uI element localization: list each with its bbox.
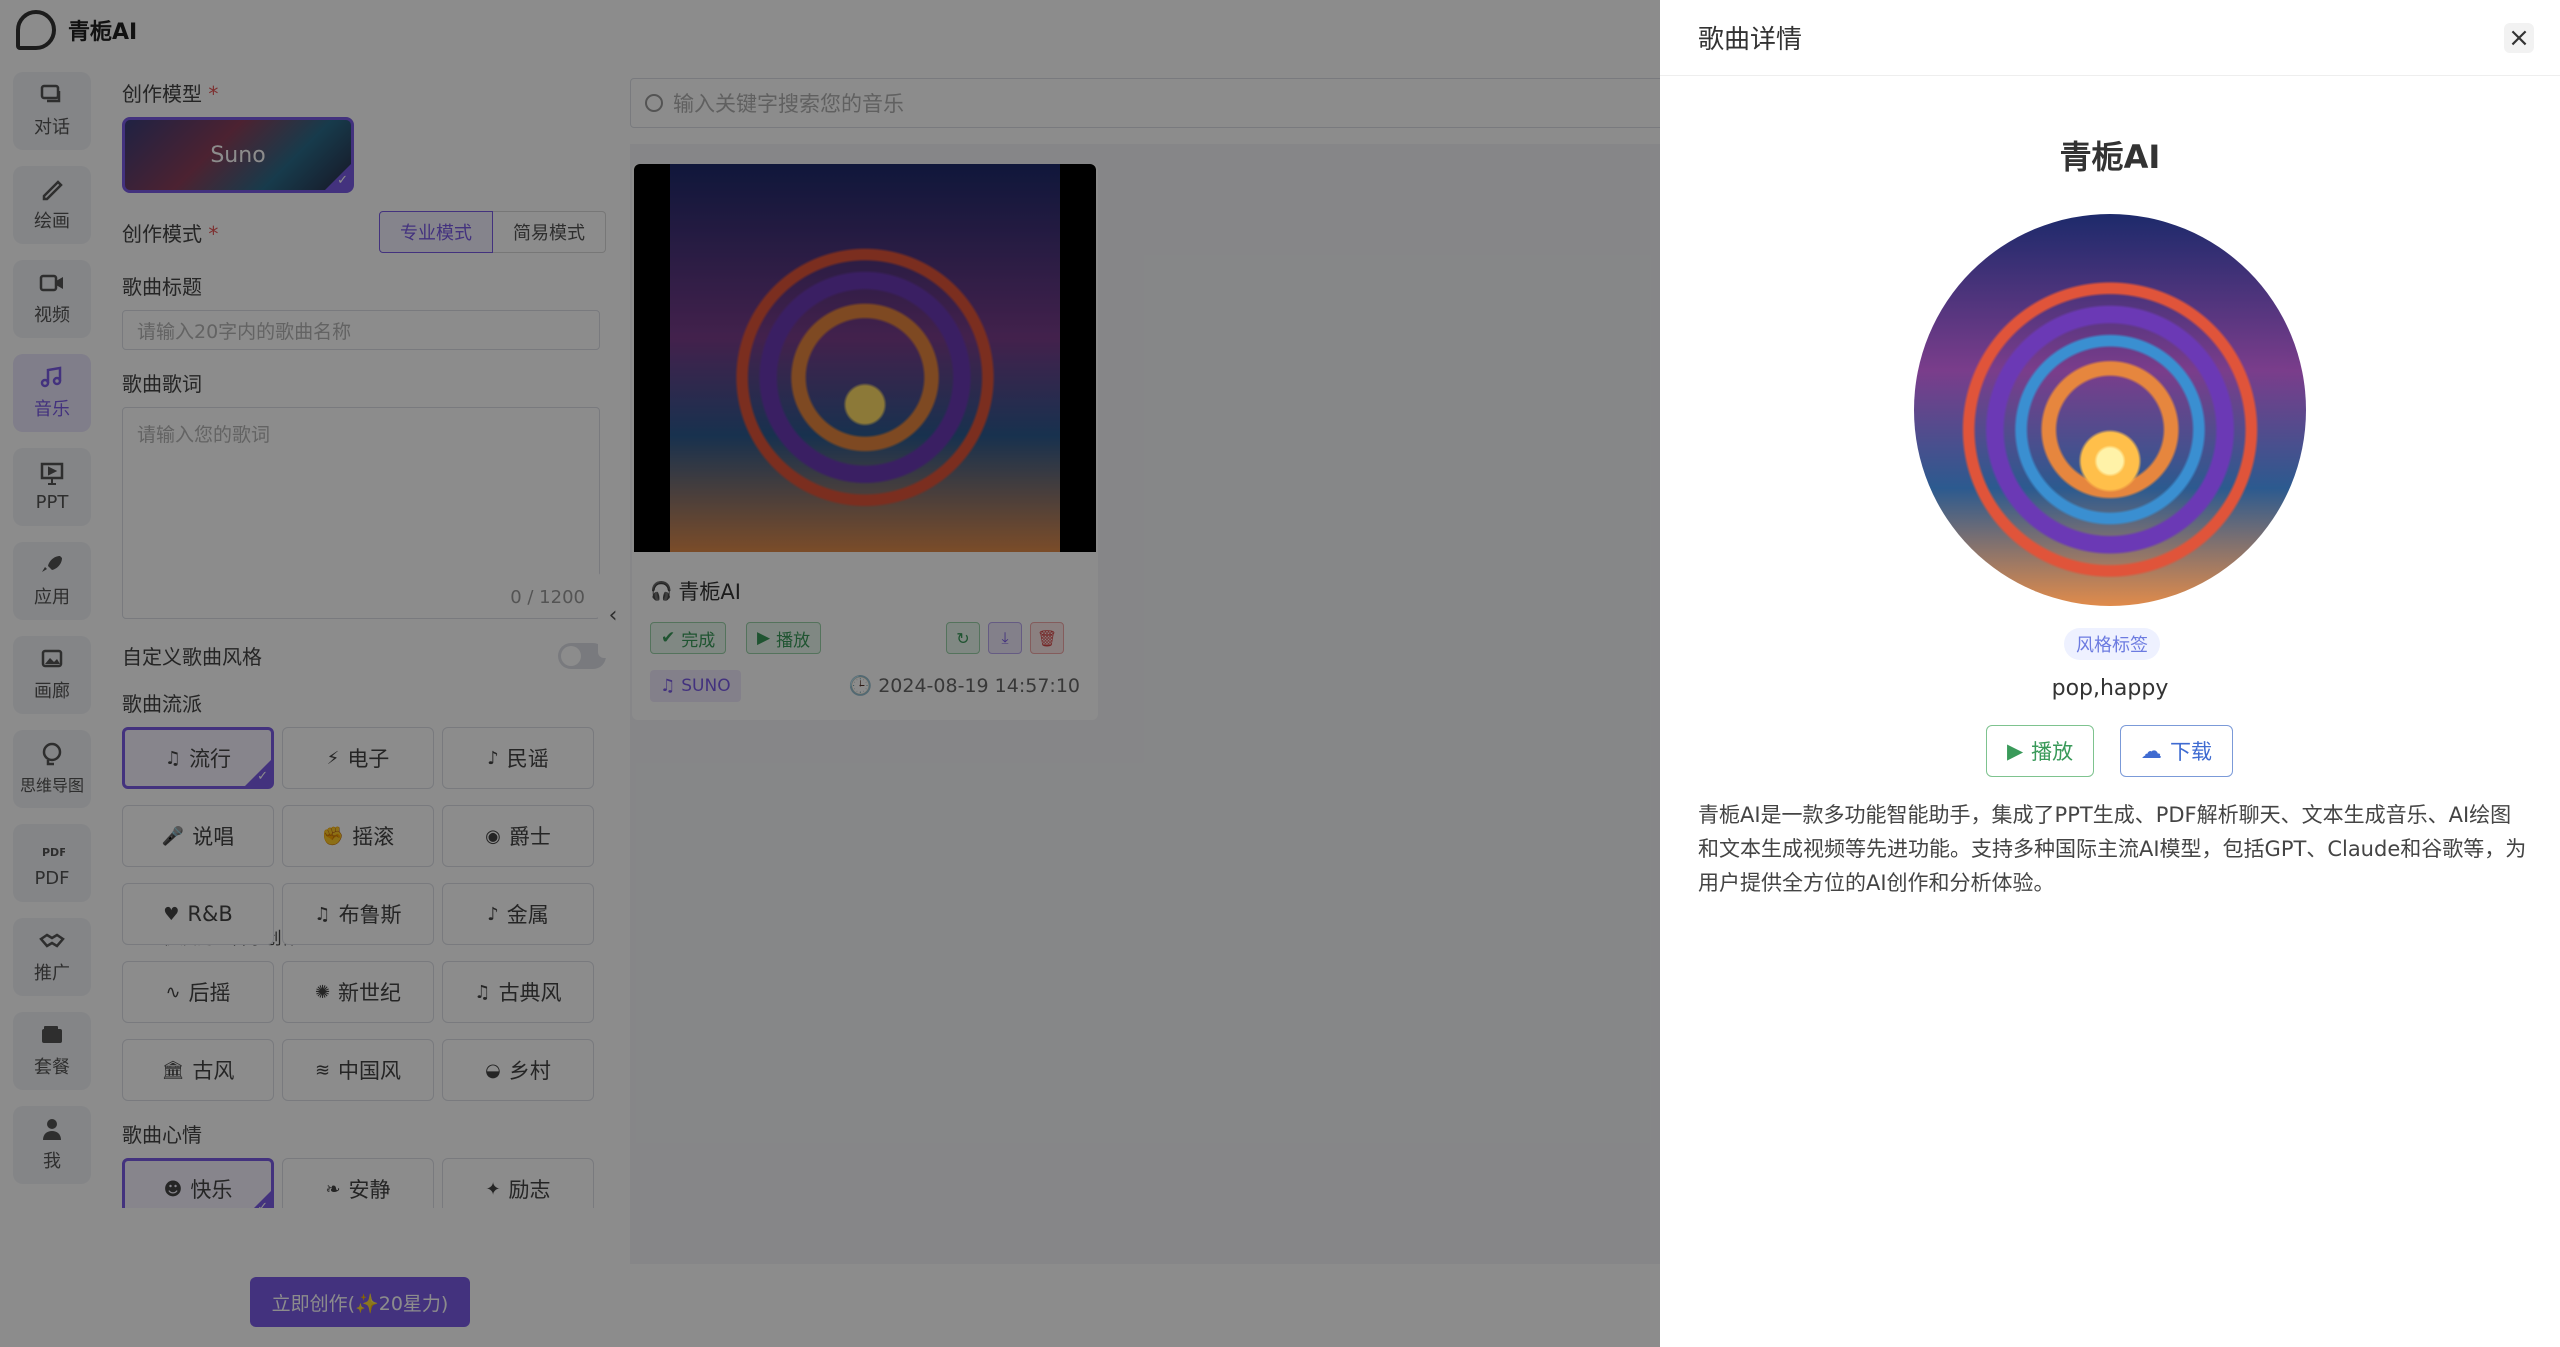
play-icon: ▶ — [2007, 739, 2024, 763]
style-value: pop,happy — [2051, 676, 2169, 701]
song-detail-drawer: 歌曲详情 × 青栀AI 风格标签 pop,happy ▶ 播放 ☁ 下载 青栀AI是… — [1660, 0, 2560, 1347]
drawer-play-button[interactable]: ▶ 播放 — [1986, 725, 2095, 777]
song-description: 青栀AI是一款多功能智能助手，集成了PPT生成、PDF解析聊天、文本生成音乐、A… — [1698, 803, 2527, 895]
drawer-overlay[interactable] — [0, 0, 1660, 1347]
drawer-download-button[interactable]: ☁ 下载 — [2120, 725, 2233, 777]
play-label: 播放 — [2031, 740, 2074, 764]
drawer-title: 歌曲详情 — [1698, 25, 1803, 55]
close-icon[interactable]: × — [2504, 22, 2534, 53]
style-tag-badge: 风格标签 — [2064, 628, 2160, 660]
drawer-header: 歌曲详情 × — [1660, 0, 2560, 76]
cloud-download-icon: ☁ — [2141, 739, 2162, 763]
download-label: 下载 — [2170, 740, 2212, 764]
song-name: 青栀AI — [2059, 138, 2161, 176]
song-cover-disc — [1914, 214, 2306, 606]
